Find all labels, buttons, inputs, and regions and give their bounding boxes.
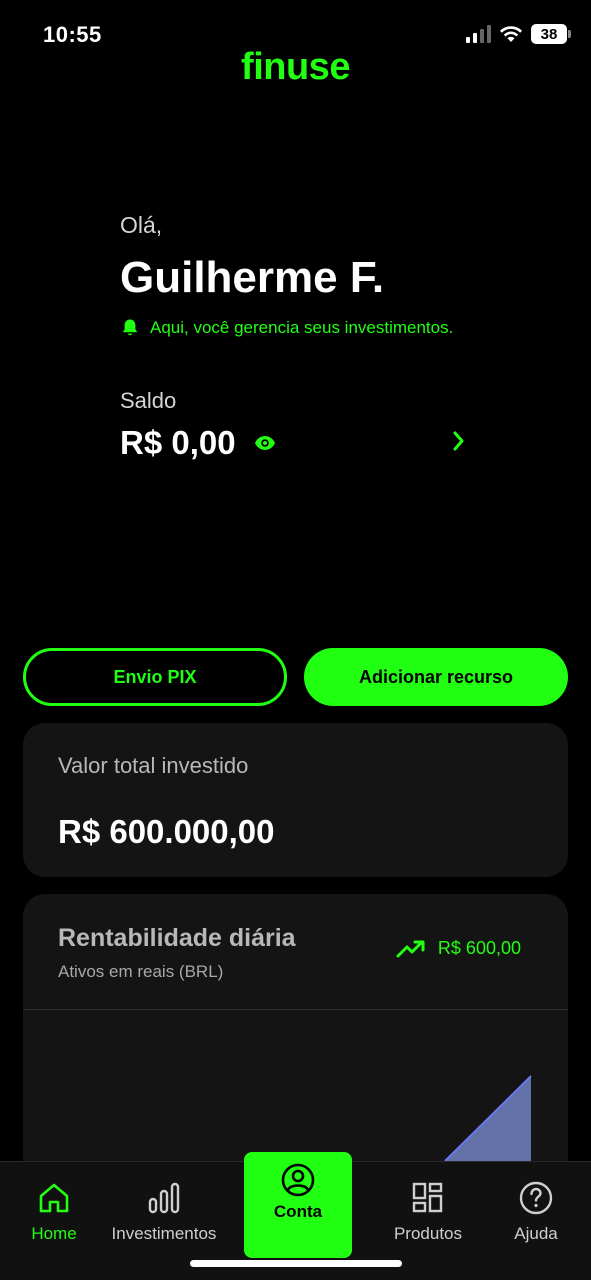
balance-label: Saldo	[120, 388, 177, 413]
grid-icon	[412, 1182, 443, 1213]
nav-ajuda-label: Ajuda	[514, 1224, 558, 1243]
nav-produtos[interactable]: Produtos	[368, 1180, 488, 1244]
nav-home-label: Home	[31, 1224, 77, 1243]
notice: Aqui, você gerencia seus investimentos.	[120, 318, 453, 338]
invested-value: R$ 600.000,00	[58, 813, 275, 850]
home-indicator	[190, 1260, 402, 1267]
user-name: Guilherme F.	[120, 253, 385, 302]
nav-investimentos[interactable]: Investimentos	[104, 1180, 224, 1244]
pix-button[interactable]: Envio PIX	[23, 648, 287, 706]
chevron-right-icon[interactable]	[452, 430, 466, 452]
nav-home[interactable]: Home	[0, 1180, 114, 1244]
wifi-icon	[500, 26, 522, 42]
nav-conta[interactable]: Conta	[244, 1152, 352, 1258]
bar-chart-icon	[148, 1182, 180, 1214]
status-time: 10:55	[43, 22, 102, 47]
bell-icon	[122, 319, 138, 336]
signal-icon	[466, 25, 491, 43]
invested-card: Valor total investido R$ 600.000,00	[23, 723, 568, 877]
nav-ajuda[interactable]: Ajuda	[476, 1180, 591, 1244]
brand-logo: finuse	[241, 46, 350, 88]
add-funds-button[interactable]: Adicionar recurso	[304, 648, 568, 706]
rentability-gain: R$ 600,00	[396, 938, 521, 959]
balance-row[interactable]: R$ 0,00	[120, 420, 470, 466]
status-icons: 38	[466, 24, 571, 44]
greeting-text: Olá,	[120, 212, 163, 238]
nav-produtos-label: Produtos	[393, 1224, 463, 1243]
rentability-gain-value: R$ 600,00	[437, 938, 521, 958]
trending-up-icon	[396, 940, 425, 957]
rentability-title: Rentabilidade diária	[58, 924, 296, 952]
help-icon	[519, 1181, 553, 1215]
user-circle-icon	[281, 1163, 315, 1197]
battery-icon: 38	[531, 24, 571, 44]
nav-conta-label: Conta	[273, 1202, 323, 1221]
notice-text: Aqui, você gerencia seus investimentos.	[150, 318, 454, 337]
home-icon	[39, 1183, 69, 1213]
rentability-subtitle: Ativos em reais (BRL)	[58, 962, 224, 981]
balance-value: R$ 0,00	[120, 424, 236, 461]
invested-label: Valor total investido	[58, 753, 249, 778]
nav-investimentos-label: Investimentos	[111, 1224, 217, 1243]
eye-icon[interactable]	[254, 435, 276, 451]
